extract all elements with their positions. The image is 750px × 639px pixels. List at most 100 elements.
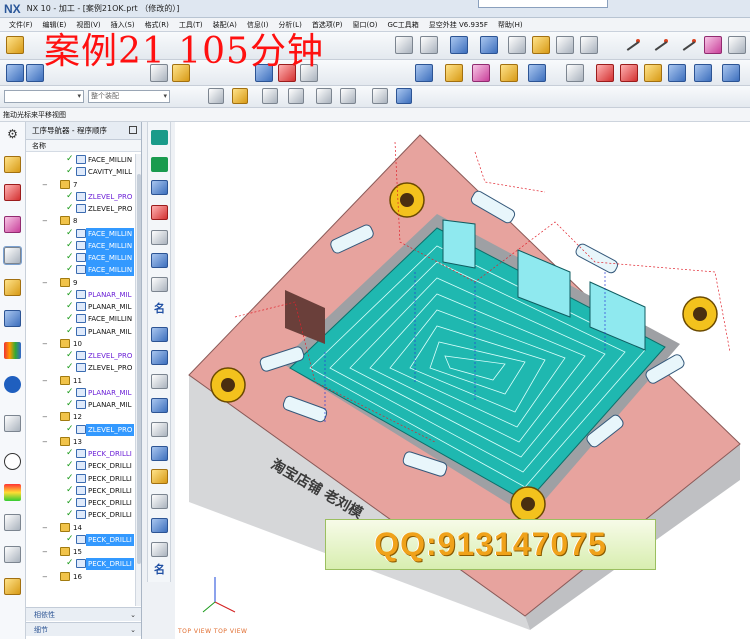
tree-toggle-icon[interactable]: −	[42, 375, 48, 387]
menu-file[interactable]: 文件(F)	[4, 20, 38, 30]
floating-dialog-edge[interactable]	[478, 0, 608, 8]
tree-toggle-icon[interactable]: −	[42, 338, 48, 350]
snap-point-icon[interactable]	[262, 88, 278, 104]
operation-row[interactable]: ✓ FACE_MILLIN	[26, 227, 136, 240]
program-group-row[interactable]: − 14	[26, 522, 136, 534]
chamfer-icon[interactable]	[528, 64, 546, 82]
menu-format[interactable]: 格式(R)	[140, 20, 174, 30]
operation-row[interactable]: ✓ PECK_DRILLI	[26, 448, 136, 460]
tree-toggle-icon[interactable]: −	[42, 436, 48, 448]
start-menu-icon[interactable]	[6, 36, 24, 54]
tree-toggle-icon[interactable]: −	[42, 179, 48, 191]
body-select-icon[interactable]	[372, 88, 388, 104]
filter-funnel-icon[interactable]	[232, 88, 248, 104]
background-icon[interactable]	[556, 36, 574, 54]
circle-icon[interactable]	[704, 36, 722, 54]
operation-row[interactable]: ✓ ZLEVEL_PRO	[26, 203, 136, 215]
gear-icon[interactable]: ⚙	[4, 126, 21, 143]
system-materials-icon[interactable]	[4, 453, 21, 470]
dependencies-panel[interactable]: 相依性 ⌄	[26, 607, 141, 621]
trim-body-icon[interactable]	[668, 64, 686, 82]
solid-select-icon[interactable]	[396, 88, 412, 104]
column-header-name[interactable]: 名称	[26, 140, 141, 152]
program-group-row[interactable]: − 12	[26, 411, 136, 423]
operation-row[interactable]: ✓ ZLEVEL_PRO	[26, 191, 136, 203]
operation-row[interactable]: ✓ FACE_MILLIN	[26, 154, 136, 166]
program-view-icon[interactable]	[6, 64, 24, 82]
polygon-select-icon[interactable]	[316, 88, 332, 104]
simulate-icon[interactable]	[151, 374, 168, 389]
zoom-icon[interactable]	[395, 36, 413, 54]
operation-row[interactable]: ✓ CAVITY_MILL	[26, 166, 136, 178]
rename-icon[interactable]: 名	[151, 562, 168, 577]
operation-row[interactable]: ✓ PECK_DRILLI	[26, 497, 136, 509]
history-icon[interactable]	[4, 415, 21, 432]
line-icon[interactable]	[624, 36, 642, 54]
create-method-icon[interactable]	[151, 205, 168, 220]
operation-row[interactable]: ✓ FACE_MILLIN	[26, 313, 136, 325]
palette-icon[interactable]	[4, 578, 21, 595]
menu-plugin[interactable]: 显空外挂 V6.935F	[424, 20, 493, 30]
hd3d-tools-icon[interactable]	[4, 342, 21, 359]
reuse-library-icon[interactable]	[4, 310, 21, 327]
program-order-icon[interactable]	[151, 180, 168, 195]
details-panel[interactable]: 细节 ⌄	[26, 622, 141, 636]
replace-face-icon[interactable]	[566, 64, 584, 82]
program-group-row[interactable]: −8	[26, 215, 136, 227]
program-group-row[interactable]: −9	[26, 277, 136, 289]
rename-icon[interactable]: 名	[151, 301, 168, 316]
feeds-speeds-icon[interactable]	[151, 350, 168, 365]
process-studio-icon[interactable]	[4, 484, 21, 501]
menu-information[interactable]: 信息(I)	[242, 20, 274, 30]
replay-path-icon[interactable]	[151, 253, 168, 268]
layer-settings-icon[interactable]	[580, 36, 598, 54]
thicken-icon[interactable]	[722, 64, 740, 82]
wireframe-view-icon[interactable]	[508, 36, 526, 54]
program-group-row[interactable]: − 10	[26, 338, 136, 350]
create-tool-icon[interactable]	[151, 130, 168, 145]
operation-row[interactable]: ✓ PECK_DRILLI	[26, 533, 136, 546]
studio-spline-icon[interactable]	[652, 36, 670, 54]
operation-row[interactable]: ✓ PLANAR_MIL	[26, 326, 136, 338]
operation-row[interactable]: ✓ PECK_DRILLI	[26, 558, 136, 571]
operation-row[interactable]: ✓ FACE_MILLIN	[26, 264, 136, 277]
rectangle-select-icon[interactable]	[340, 88, 356, 104]
machine-tool-icon[interactable]	[4, 279, 21, 296]
navigator-scrollbar[interactable]	[135, 154, 141, 606]
verify-path-icon[interactable]	[151, 277, 168, 292]
arc-icon[interactable]	[680, 36, 698, 54]
menu-analysis[interactable]: 分析(L)	[273, 20, 306, 30]
part-navigator-icon[interactable]	[4, 216, 21, 233]
operation-row[interactable]: ✓ PLANAR_MIL	[26, 387, 136, 399]
operation-row[interactable]: ✓ PECK_DRILLI	[26, 485, 136, 497]
tree-toggle-icon[interactable]: −	[42, 546, 48, 558]
menu-gc-toolkit[interactable]: GC工具箱	[382, 20, 423, 30]
program-group-row[interactable]: − 16	[26, 571, 136, 583]
pin-icon[interactable]	[129, 126, 137, 134]
operation-row[interactable]: ✓ PECK_DRILLI	[26, 460, 136, 472]
undo-path-icon[interactable]	[151, 542, 168, 557]
menu-view[interactable]: 视图(V)	[71, 20, 105, 30]
operation-row[interactable]: ✓ PLANAR_MIL	[26, 289, 136, 301]
scroll-thumb[interactable]	[137, 174, 141, 564]
operation-row[interactable]: ✓ ZLEVEL_PRO	[26, 362, 136, 374]
operation-row[interactable]: ✓ PECK_DRILLI	[26, 473, 136, 485]
shaded-view-icon[interactable]	[450, 36, 468, 54]
menu-help[interactable]: 帮助(H)	[493, 20, 528, 30]
operation-row[interactable]: ✓ PLANAR_MIL	[26, 399, 136, 411]
block-icon[interactable]	[445, 64, 463, 82]
operation-row[interactable]: ✓ ZLEVEL_PRO	[26, 423, 136, 436]
operation-row[interactable]: ✓ ZLEVEL_PRO	[26, 350, 136, 362]
transform-path-icon[interactable]	[151, 327, 168, 342]
snap-end-icon[interactable]	[288, 88, 304, 104]
menu-assembly[interactable]: 装配(A)	[208, 20, 242, 30]
post-process-icon[interactable]	[151, 398, 168, 413]
machine-view-icon[interactable]	[26, 64, 44, 82]
select-filter-icon[interactable]	[208, 88, 224, 104]
program-group-row[interactable]: − 13	[26, 436, 136, 448]
menu-insert[interactable]: 插入(S)	[106, 20, 140, 30]
roles-icon[interactable]	[4, 514, 21, 531]
operation-row[interactable]: ✓ FACE_MILLIN	[26, 239, 136, 252]
program-group-row[interactable]: − 15	[26, 546, 136, 558]
tree-toggle-icon[interactable]: −	[42, 411, 48, 423]
